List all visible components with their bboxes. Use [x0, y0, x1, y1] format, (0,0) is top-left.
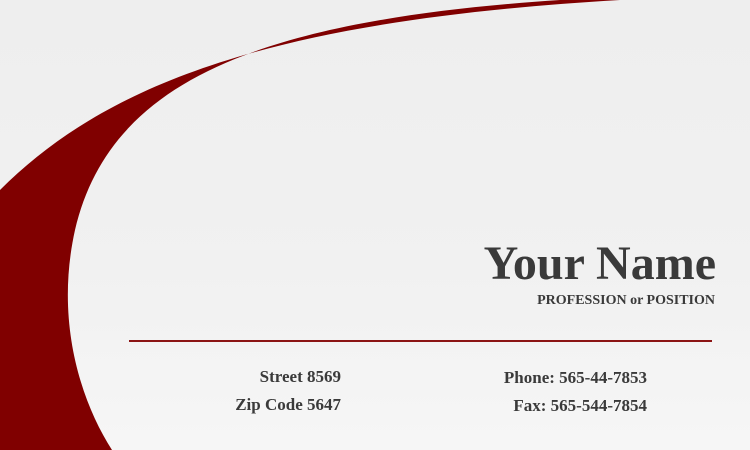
fax-text: Fax: 565-544-7854 — [513, 396, 647, 415]
business-card: Your Name PROFESSION or POSITION Street … — [0, 0, 750, 450]
card-position: PROFESSION or POSITION — [537, 293, 715, 308]
zip-code-text: Zip Code 5647 — [235, 395, 341, 414]
card-name: Your Name — [483, 237, 716, 290]
divider-line — [129, 340, 712, 342]
address-block: Street 8569 Zip Code 5647 — [235, 363, 341, 419]
phone-text: Phone: 565-44-7853 — [503, 368, 647, 387]
street-text: Street 8569 — [259, 367, 341, 386]
contact-block: Phone: 565-44-7853 Fax: 565-544-7854 — [504, 364, 647, 420]
